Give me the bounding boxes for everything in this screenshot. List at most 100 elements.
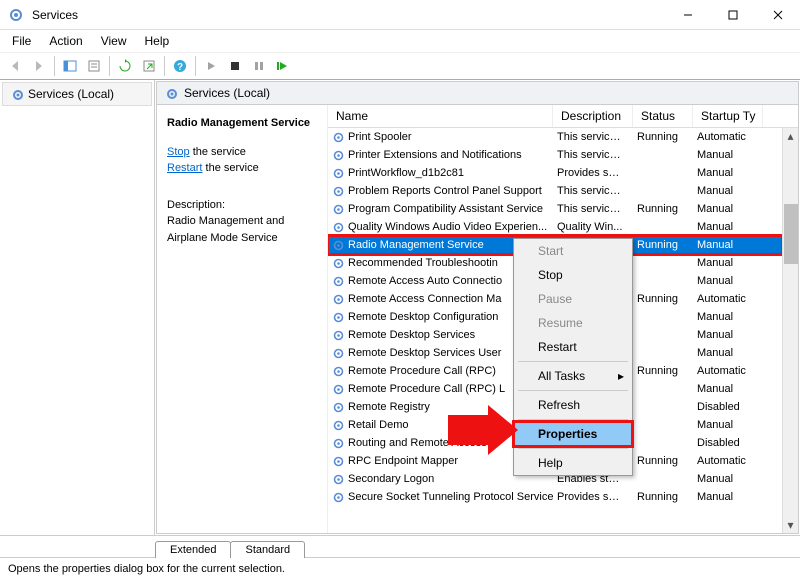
cell-status: Running (633, 455, 693, 467)
service-row[interactable]: Print SpoolerThis service ...RunningAuto… (328, 128, 782, 146)
cell-startup-type: Manual (693, 347, 763, 359)
cell-name: Program Compatibility Assistant Service (328, 203, 553, 216)
tree-pane: Services (Local) (0, 80, 155, 535)
restart-service-button[interactable] (272, 55, 294, 77)
export-button[interactable] (138, 55, 160, 77)
gear-icon (332, 275, 345, 288)
menu-properties[interactable]: Properties (514, 422, 632, 446)
separator (195, 56, 196, 76)
gear-icon (332, 131, 345, 144)
gear-icon (332, 185, 345, 198)
menu-help[interactable]: Help (514, 451, 632, 475)
cell-startup-type: Manual (693, 239, 763, 251)
menu-separator (518, 448, 628, 449)
gear-icon (332, 419, 345, 432)
vertical-scrollbar[interactable]: ▴ ▾ (782, 128, 798, 533)
service-row[interactable]: Program Compatibility Assistant ServiceT… (328, 200, 782, 218)
menu-file[interactable]: File (4, 32, 39, 50)
service-row[interactable]: Printer Extensions and NotificationsThis… (328, 146, 782, 164)
col-startup-type[interactable]: Startup Ty (693, 105, 763, 127)
menu-refresh[interactable]: Refresh (514, 393, 632, 417)
gear-icon (332, 473, 345, 486)
content-header-label: Services (Local) (184, 86, 270, 100)
cell-status: Running (633, 203, 693, 215)
cell-status: Running (633, 365, 693, 377)
pause-service-button (248, 55, 270, 77)
cell-startup-type: Manual (693, 257, 763, 269)
close-button[interactable] (755, 0, 800, 30)
tab-extended[interactable]: Extended (155, 541, 231, 558)
cell-startup-type: Automatic (693, 293, 763, 305)
service-row[interactable]: Secure Socket Tunneling Protocol Service… (328, 488, 782, 506)
menu-stop[interactable]: Stop (514, 263, 632, 287)
cell-description: This service ... (553, 203, 633, 215)
window-title: Services (32, 8, 665, 22)
tree-root[interactable]: Services (Local) (2, 82, 152, 106)
title-bar: Services (0, 0, 800, 30)
app-icon (8, 7, 24, 23)
minimize-button[interactable] (665, 0, 710, 30)
stop-service-button[interactable] (224, 55, 246, 77)
cell-name: Problem Reports Control Panel Support (328, 185, 553, 198)
service-row[interactable]: PrintWorkflow_d1b2c81Provides sup...Manu… (328, 164, 782, 182)
gear-icon (165, 87, 178, 100)
menu-restart[interactable]: Restart (514, 335, 632, 359)
maximize-button[interactable] (710, 0, 755, 30)
menu-help[interactable]: Help (137, 32, 178, 50)
separator (109, 56, 110, 76)
service-row[interactable]: Problem Reports Control Panel SupportThi… (328, 182, 782, 200)
cell-startup-type: Disabled (693, 437, 763, 449)
content-header: Services (Local) (157, 82, 798, 105)
scroll-thumb[interactable] (784, 204, 798, 264)
cell-name: PrintWorkflow_d1b2c81 (328, 167, 553, 180)
menu-all-tasks[interactable]: All Tasks▸ (514, 364, 632, 388)
refresh-button[interactable] (114, 55, 136, 77)
content-body: Radio Management Service Stop the servic… (157, 105, 798, 533)
svg-text:?: ? (177, 62, 183, 73)
cell-startup-type: Manual (693, 203, 763, 215)
menu-separator (518, 419, 628, 420)
tab-standard[interactable]: Standard (230, 541, 305, 558)
menu-action[interactable]: Action (41, 32, 90, 50)
menu-resume: Resume (514, 311, 632, 335)
cell-description: This service ... (553, 149, 633, 161)
service-row[interactable]: Quality Windows Audio Video Experien...Q… (328, 218, 782, 236)
restart-link[interactable]: Restart (167, 162, 202, 174)
gear-icon (332, 257, 345, 270)
cell-description: Provides sup... (553, 167, 633, 179)
cell-status: Running (633, 131, 693, 143)
gear-icon (11, 88, 24, 101)
gear-icon (332, 311, 345, 324)
cell-name: Secure Socket Tunneling Protocol Service (328, 491, 553, 504)
cell-startup-type: Manual (693, 383, 763, 395)
start-service-button (200, 55, 222, 77)
gear-icon (332, 365, 345, 378)
gear-icon (332, 455, 345, 468)
show-hide-tree-button[interactable] (59, 55, 81, 77)
properties-button[interactable] (83, 55, 105, 77)
col-description[interactable]: Description (553, 105, 633, 127)
scroll-down-icon[interactable]: ▾ (783, 517, 799, 533)
col-name[interactable]: Name (328, 105, 553, 127)
view-tabs: Extended Standard (0, 535, 800, 557)
restart-link-line: Restart the service (167, 160, 319, 177)
cell-description: Provides sup... (553, 491, 633, 503)
selected-service-name: Radio Management Service (167, 115, 319, 132)
cell-startup-type: Manual (693, 329, 763, 341)
menu-separator (518, 390, 628, 391)
scroll-up-icon[interactable]: ▴ (783, 128, 799, 144)
detail-panel: Radio Management Service Stop the servic… (157, 105, 327, 533)
cell-startup-type: Manual (693, 491, 763, 503)
menu-view[interactable]: View (93, 32, 135, 50)
separator (164, 56, 165, 76)
gear-icon (332, 239, 345, 252)
content-pane: Services (Local) Radio Management Servic… (156, 81, 799, 534)
column-headers: Name Description Status Startup Ty (328, 105, 798, 128)
service-list: Name Description Status Startup Ty Print… (327, 105, 798, 533)
gear-icon (332, 203, 345, 216)
gear-icon (332, 383, 345, 396)
stop-link[interactable]: Stop (167, 146, 190, 158)
help-button[interactable]: ? (169, 55, 191, 77)
cell-name: Quality Windows Audio Video Experien... (328, 221, 553, 234)
col-status[interactable]: Status (633, 105, 693, 127)
